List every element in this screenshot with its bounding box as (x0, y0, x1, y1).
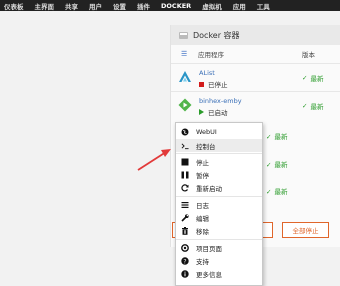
menu-item-console[interactable]: 控制台 (176, 139, 262, 152)
menu-item-label: 更多信息 (196, 270, 222, 279)
container-context-menu: WebUI 控制台 停止 暂停 重新启动 日志 编辑 移除 项目页面 ? 支持 … (175, 122, 263, 286)
restart-icon (181, 183, 189, 192)
svg-text:?: ? (183, 258, 186, 265)
menu-item-webui[interactable]: WebUI (176, 125, 262, 138)
menu-item-support[interactable]: ? 支持 (176, 254, 262, 267)
menu-item-project-page[interactable]: 项目页面 (176, 241, 262, 254)
menu-item-label: 项目页面 (196, 244, 222, 253)
globe-icon (181, 128, 189, 136)
trash-icon (181, 226, 189, 235)
lifebuoy-icon (181, 243, 189, 252)
menu-item-label: 暂停 (196, 171, 209, 180)
menu-item-label: 支持 (196, 257, 209, 266)
menu-item-remove[interactable]: 移除 (176, 224, 262, 237)
menu-item-label: 重新启动 (196, 184, 222, 193)
menu-item-label: 停止 (196, 158, 209, 167)
question-icon: ? (181, 256, 189, 265)
menu-item-more-info[interactable]: 更多信息 (176, 267, 262, 280)
terminal-icon (181, 142, 189, 150)
menu-item-label: 移除 (196, 227, 209, 236)
menu-divider (176, 239, 262, 240)
menu-item-logs[interactable]: 日志 (176, 198, 262, 211)
info-icon (181, 269, 189, 278)
menu-item-label: 日志 (196, 201, 209, 210)
menu-item-pause[interactable]: 暂停 (176, 168, 262, 181)
stop-icon (181, 158, 189, 166)
menu-item-label: 控制台 (196, 142, 216, 151)
menu-item-edit[interactable]: 编辑 (176, 211, 262, 224)
menu-divider (176, 153, 262, 154)
annotation-arrow-icon (137, 149, 171, 171)
menu-item-label: 编辑 (196, 214, 209, 223)
wrench-icon (181, 213, 189, 222)
menu-item-label: WebUI (196, 127, 217, 136)
menu-item-restart[interactable]: 重新启动 (176, 181, 262, 194)
logs-icon (181, 201, 189, 209)
pause-icon (181, 171, 189, 179)
menu-divider (176, 196, 262, 197)
menu-item-stop[interactable]: 停止 (176, 155, 262, 168)
